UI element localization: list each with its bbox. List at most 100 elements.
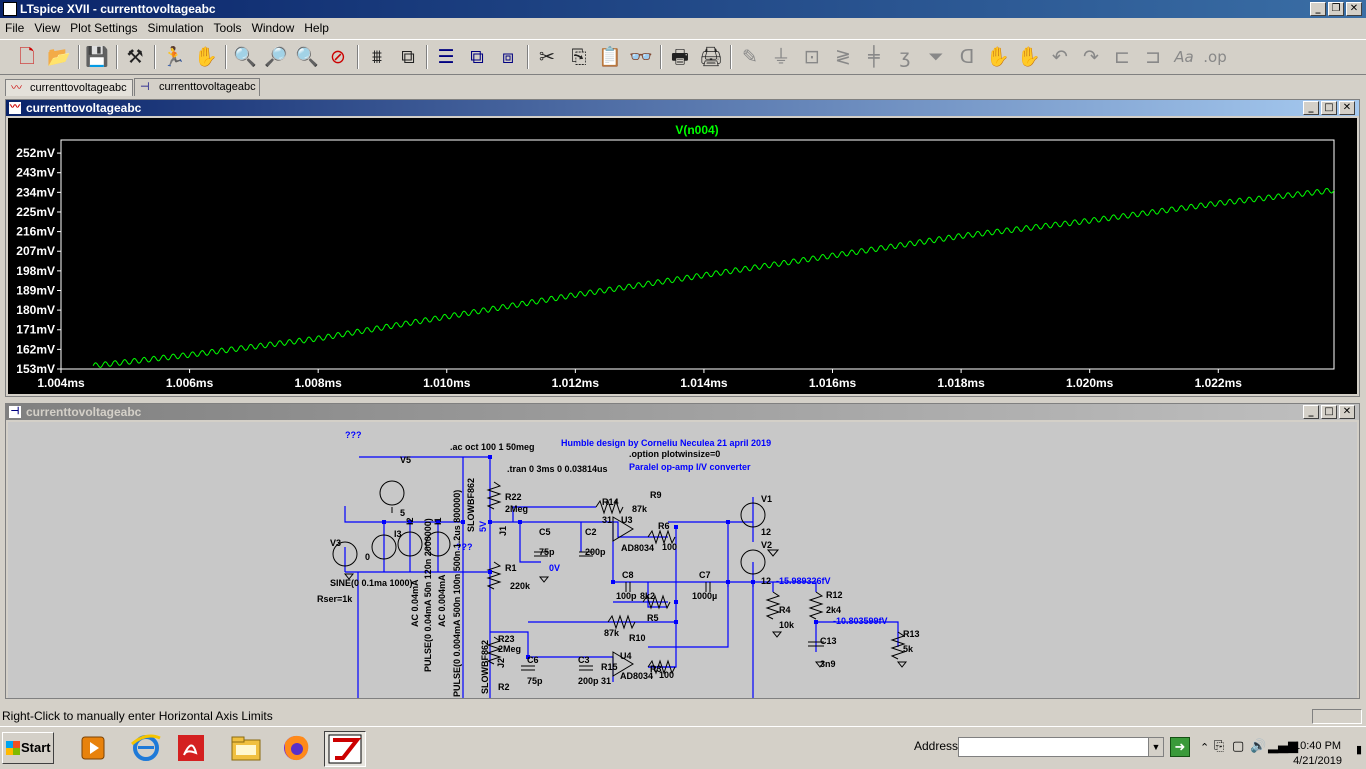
minimize-icon[interactable]: _ [1310,2,1326,16]
schematic-label[interactable]: 75p [527,676,543,686]
schematic-label[interactable]: .tran 0 3ms 0 0.03814us [507,464,608,474]
schematic-label[interactable]: C5 [539,527,551,537]
taskbar-media-player[interactable] [74,731,114,765]
schematic-label[interactable]: U4 [620,651,632,661]
schematic-label[interactable]: 31 [602,515,612,525]
schematic-label[interactable]: R14 [602,497,619,507]
schematic-label[interactable]: R1 [505,563,517,573]
network-icon[interactable]: ▢ [1232,739,1244,754]
schematic-label[interactable]: -10.803599fV [833,616,888,626]
tab-schematic[interactable]: ⊣ currenttovoltageabc [134,78,260,96]
schematic-label[interactable]: .option plotwinsize=0 [629,449,720,459]
save-icon[interactable]: 💾 [84,44,110,70]
find-icon[interactable]: 👓 [628,44,654,70]
tab-waveform[interactable]: 〰 currenttovoltageabc [5,79,133,96]
schematic-label[interactable]: R9 [650,490,662,500]
menu-plot-settings[interactable]: Plot Settings [65,21,142,35]
schematic-label[interactable]: V5 [400,455,411,465]
close-icon[interactable]: ✕ [1339,405,1355,419]
paste-icon[interactable]: 📋 [597,44,623,70]
schematic-label[interactable]: -15.989326fV [776,576,831,586]
schematic-label[interactable]: V2 [761,540,772,550]
schematic-label[interactable]: C13 [820,636,837,646]
schematic-label[interactable]: R13 [903,629,920,639]
schematic-label[interactable]: I2 [405,517,415,525]
taskbar-firefox[interactable] [276,731,316,765]
copy-icon[interactable]: ⎘ [566,44,592,70]
schematic-drawing[interactable]: ??? .ac oct 100 1 50meg Humble design by C… [8,422,1357,698]
control-panel-icon[interactable]: ⚒ [122,44,148,70]
new-schematic-icon[interactable]: 🗋 [14,44,40,70]
tile-vertical-icon[interactable]: ⧉ [464,44,490,70]
zoom-fit-icon[interactable]: ⊘ [325,44,351,70]
schematic-label[interactable]: 87k [604,628,620,638]
taskbar-ltspice[interactable] [324,731,366,767]
zoom-in-icon[interactable]: 🔍 [232,44,258,70]
resistor-r4[interactable] [765,591,781,620]
schematic-label[interactable]: 2Meg [505,504,528,514]
schematic-label[interactable]: SLOWBF862 [466,478,476,532]
schematic-label[interactable]: 2Meg [498,644,521,654]
schematic-label[interactable]: Rser=1k [317,594,353,604]
menu-view[interactable]: View [29,21,65,35]
minimize-icon[interactable]: _ [1303,405,1319,419]
schematic-label[interactable]: ??? [345,430,362,440]
schematic-label[interactable]: R23 [498,634,515,644]
schematic-label[interactable]: AC 0.04mA [410,579,420,627]
trace-name[interactable]: V(n004) [675,123,718,137]
undo-icon[interactable]: ↶ [1047,44,1073,70]
schematic-label[interactable]: C8 [622,570,634,580]
rotate-icon[interactable]: ⊏ [1109,44,1135,70]
schematic-label[interactable]: 0 [365,552,370,562]
inductor-icon[interactable]: ʒ [892,44,918,70]
schematic-label[interactable]: .ac oct 100 1 50meg [450,442,535,452]
diode-icon[interactable]: ⏷ [923,44,949,70]
clock[interactable]: 10:40 PM 4/21/2019 [1293,739,1342,769]
text-icon[interactable]: Aa [1171,44,1197,70]
schematic-label[interactable]: 0V [549,563,560,573]
resistor-icon[interactable]: ≷ [830,44,856,70]
minimize-icon[interactable]: _ [1303,101,1319,115]
close-icon[interactable]: ✕ [1346,2,1362,16]
schematic-label[interactable]: C7 [699,570,711,580]
volume-icon[interactable]: 🔊 [1250,739,1266,754]
label-net-icon[interactable]: ⊡ [799,44,825,70]
voltage-source-v5[interactable] [379,480,405,506]
schematic-label[interactable]: 3n9 [820,659,836,669]
schematic-label[interactable]: 10k [779,620,795,630]
schematic-label[interactable]: R5 [647,613,659,623]
notification-icon[interactable]: ▮ [1356,743,1362,756]
schematic-label[interactable]: 1000µ [692,591,717,601]
schematic-label[interactable]: R6 [658,521,670,531]
schematic-label[interactable]: J2 [496,658,506,668]
schematic-label[interactable]: C2 [585,527,597,537]
schematic-label[interactable]: SINE(0 0.1ma 1000) [330,578,413,588]
plot-pane[interactable]: V(n004) 1.004ms 1.006ms 1.008ms 1.010ms 1.01… [8,118,1357,394]
run-icon[interactable]: 🏃 [161,44,187,70]
open-icon[interactable]: 📂 [46,44,72,70]
schematic-label[interactable]: C3 [578,655,590,665]
halt-icon[interactable]: ✋ [193,44,219,70]
address-input[interactable]: ▼ [958,737,1164,757]
redo-icon[interactable]: ↷ [1078,44,1104,70]
pan-icon[interactable]: 🔎 [263,44,289,70]
taskbar-explorer[interactable] [226,731,266,765]
menu-window[interactable]: Window [247,21,300,35]
schematic-label[interactable]: AD8034 [620,671,653,681]
schematic-label[interactable]: 31 [601,676,611,686]
schematic-label[interactable]: Humble design by Corneliu Neculea 21 apr… [561,438,771,448]
print-preview-icon[interactable]: 🖶 [667,44,693,70]
usb-device-icon[interactable]: ⎘ [1214,739,1224,754]
schematic-label[interactable]: AC 0.004mA [437,574,447,627]
schematic-label[interactable]: R15 [601,662,618,672]
schematic-label[interactable]: C6 [527,655,539,665]
restore-icon[interactable]: ❐ [1328,2,1344,16]
pick-visible-traces-icon[interactable]: ⧉ [395,44,421,70]
schematic-label[interactable]: R12 [826,590,843,600]
maximize-icon[interactable]: □ [1321,405,1337,419]
maximize-icon[interactable]: □ [1321,101,1337,115]
ground-icon[interactable]: ⏚ [768,44,794,70]
move-icon[interactable]: ✋ [985,44,1011,70]
schematic-label[interactable]: 2k4 [826,605,841,615]
tile-horizontal-icon[interactable]: ☰ [433,44,459,70]
